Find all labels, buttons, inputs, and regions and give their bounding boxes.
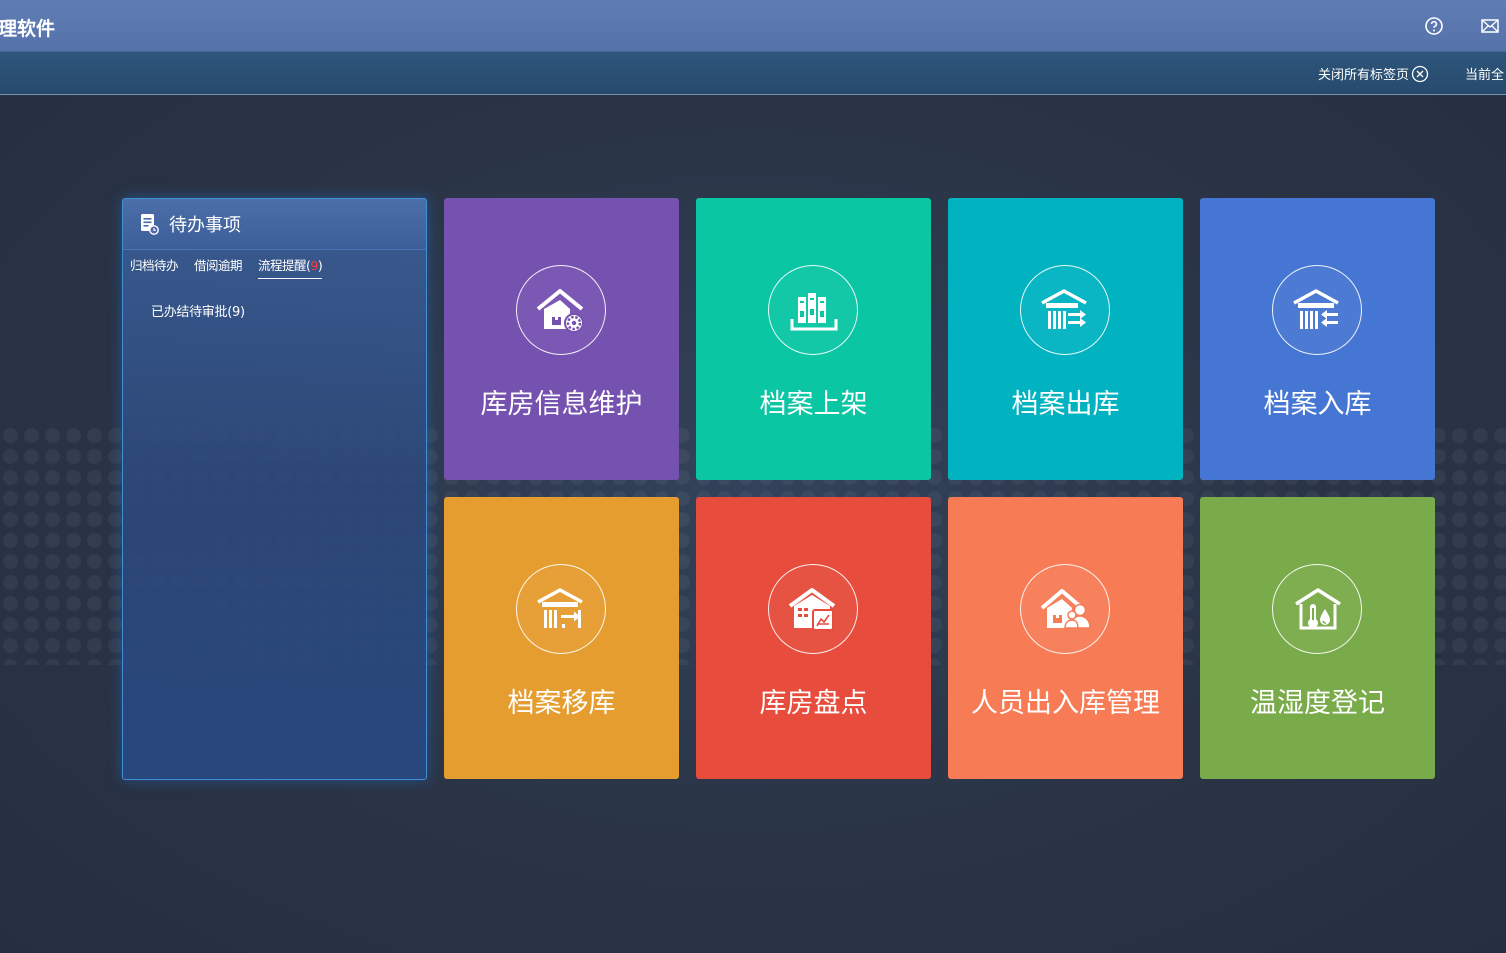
- tile-personnel-access-management[interactable]: 人员出入库管理: [948, 497, 1183, 779]
- tile-archive-shelving[interactable]: 档案上架: [696, 198, 931, 480]
- warehouse-out-icon: [1041, 289, 1087, 329]
- tile-icon-circle: [768, 265, 858, 355]
- close-circle-icon: [1411, 65, 1429, 82]
- tile-label: 档案上架: [759, 389, 868, 420]
- todo-title: 待办事项: [169, 215, 241, 236]
- tile-archive-inbound[interactable]: 档案入库: [1200, 198, 1435, 480]
- tile-icon-circle: [516, 564, 606, 654]
- title-bar: 理软件: [0, 0, 1506, 52]
- tab-archive-pending-label: 归档待办: [130, 258, 179, 273]
- tile-label: 档案出库: [1011, 389, 1120, 420]
- tile-icon-circle: [1272, 265, 1362, 355]
- close-all-tabs-label: 关闭所有标签页: [1318, 68, 1410, 83]
- tab-bar: 关闭所有标签页 当前全: [0, 52, 1506, 95]
- tab-borrow-overdue-label: 借阅逾期: [194, 258, 243, 273]
- help-icon[interactable]: [1424, 16, 1444, 36]
- inventory-chart-icon: [788, 588, 836, 631]
- house-gear-icon: [536, 289, 584, 333]
- bookshelf-icon: [790, 293, 838, 331]
- tile-warehouse-inventory[interactable]: 库房盘点: [696, 497, 931, 779]
- tile-archive-outbound[interactable]: 档案出库: [948, 198, 1183, 480]
- warehouse-in-icon: [1293, 289, 1339, 329]
- app-title: 理软件: [0, 18, 56, 40]
- tile-icon-circle: [1020, 265, 1110, 355]
- tab-archive-pending[interactable]: 归档待办: [130, 255, 179, 279]
- tab-process-reminder-label: 流程提醒(: [258, 258, 311, 273]
- tab-borrow-overdue[interactable]: 借阅逾期: [194, 255, 243, 279]
- process-reminder-badge: 9: [310, 258, 318, 273]
- close-all-tabs-button[interactable]: 关闭所有标签页: [1318, 64, 1429, 83]
- tile-label: 库房信息维护: [480, 389, 643, 420]
- tile-label: 温湿度登记: [1250, 688, 1385, 719]
- tile-label: 档案移库: [507, 688, 616, 719]
- document-clock-icon: [141, 214, 159, 235]
- tile-label: 档案入库: [1263, 389, 1372, 420]
- todo-panel: 待办事项 归档待办 借阅逾期 流程提醒(9) 已办结待审批(9): [122, 198, 427, 780]
- tile-icon-circle: [768, 564, 858, 654]
- list-item[interactable]: 已办结待审批(9): [151, 301, 426, 320]
- warehouse-transfer-icon: [537, 588, 583, 628]
- tile-warehouse-info-maintenance[interactable]: 库房信息维护: [444, 198, 679, 480]
- current-all-button[interactable]: 当前全: [1465, 64, 1504, 83]
- tile-icon-circle: [516, 265, 606, 355]
- todo-list: 已办结待审批(9): [123, 279, 426, 320]
- mail-icon[interactable]: [1480, 16, 1500, 36]
- house-people-icon: [1040, 589, 1091, 629]
- tile-icon-circle: [1020, 564, 1110, 654]
- tile-label: 人员出入库管理: [971, 688, 1160, 719]
- tab-process-reminder[interactable]: 流程提醒(9): [258, 255, 323, 279]
- tab-process-reminder-suffix: ): [317, 258, 323, 273]
- tile-temperature-humidity-registration[interactable]: 温湿度登记: [1200, 497, 1435, 779]
- tile-label: 库房盘点: [759, 688, 868, 719]
- tile-archive-transfer[interactable]: 档案移库: [444, 497, 679, 779]
- temperature-humidity-icon: [1295, 588, 1341, 630]
- todo-tabs: 归档待办 借阅逾期 流程提醒(9): [123, 255, 426, 279]
- tile-icon-circle: [1272, 564, 1362, 654]
- todo-header: 待办事项: [123, 199, 426, 250]
